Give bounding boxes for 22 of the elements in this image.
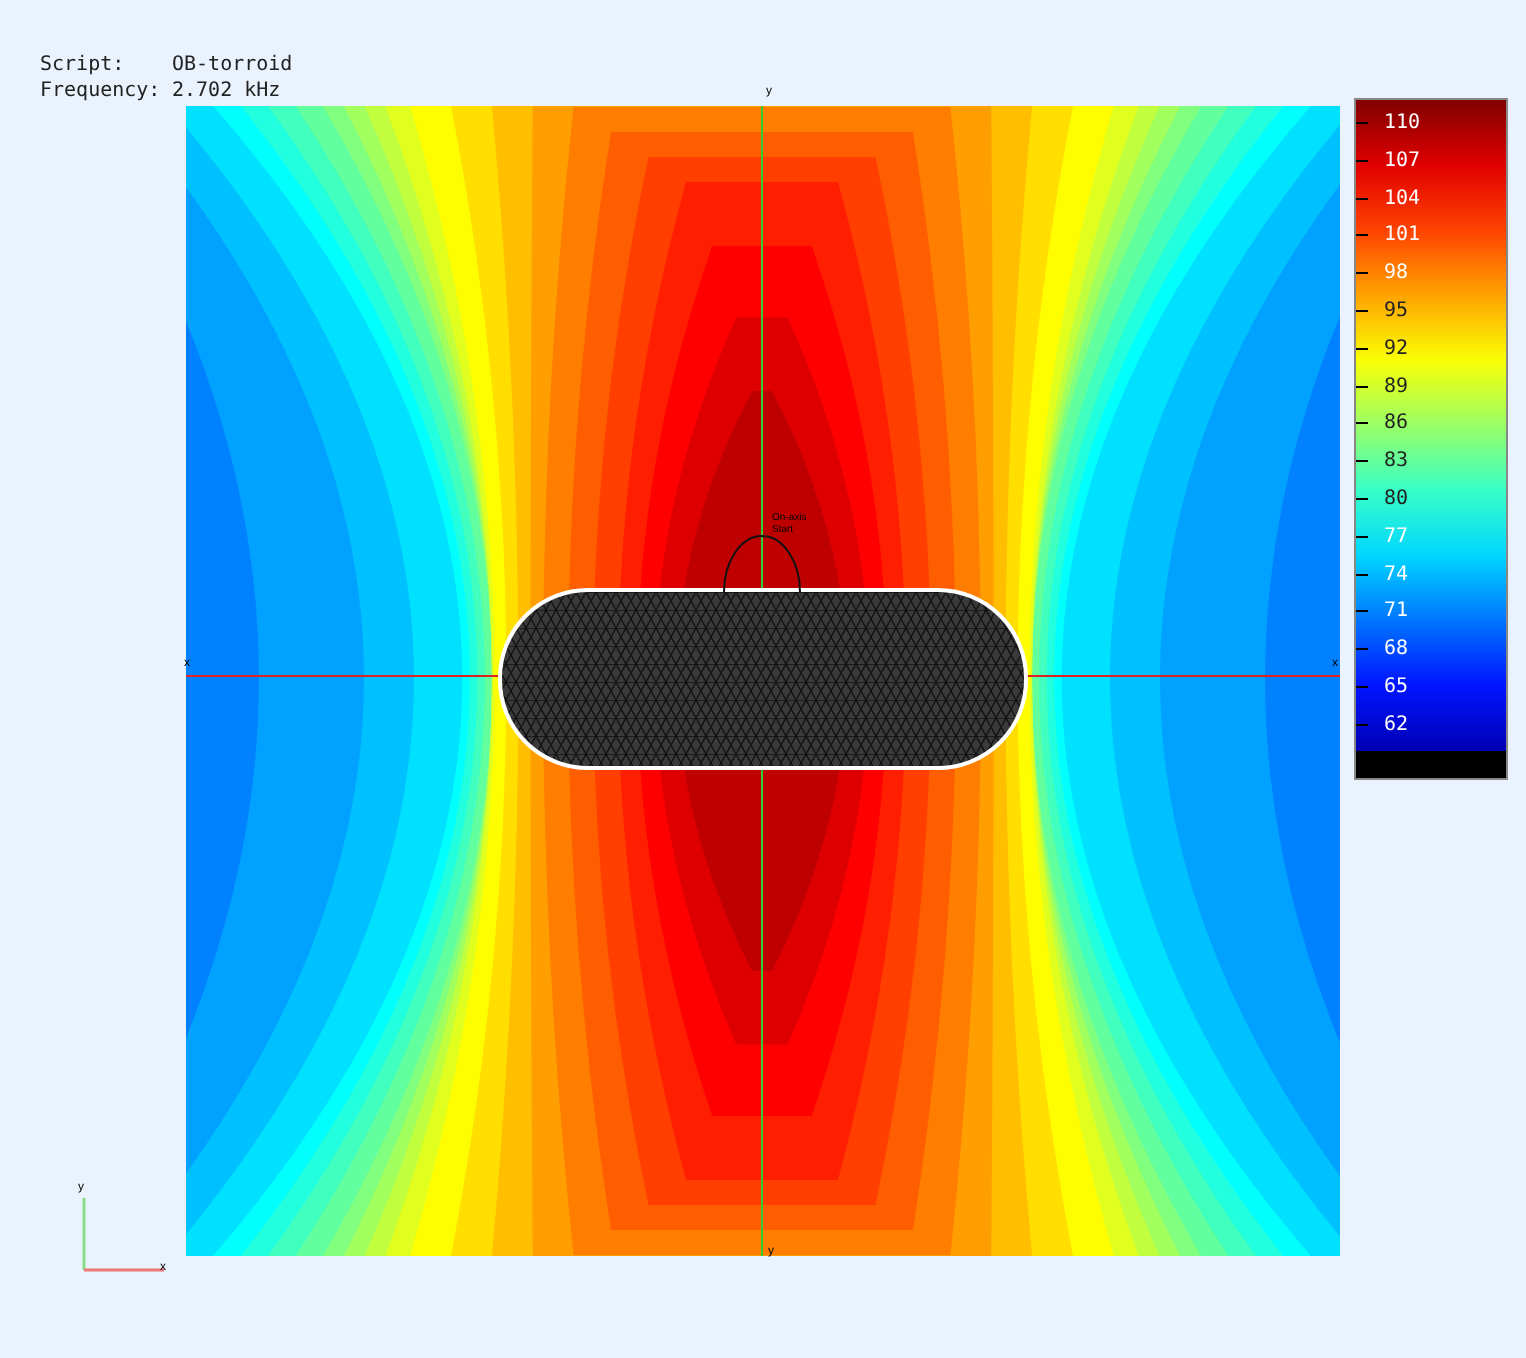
scale-tick-label: 110 [1384,110,1421,138]
scale-tick-label: 104 [1384,185,1421,214]
info-value: OB-torroid [172,52,293,78]
scale-tick-label: 86 [1384,410,1409,439]
scale-tick-label: 95 [1384,298,1409,326]
scale-tick-label: 89 [1384,373,1409,402]
scale-tick-label: 98 [1384,260,1409,289]
scale-tick-label: 107 [1384,147,1421,176]
info-label: Script: [40,52,127,78]
scale-tick-label: 101 [1384,222,1421,251]
probe-arc [723,535,801,593]
info-label: Frequency: [40,78,163,104]
scale-tick-label: 68 [1384,636,1409,665]
scale-tick-label: 74 [1384,561,1409,590]
scale-tick-label: 65 [1384,674,1409,702]
scale-tick-label: 62 [1384,711,1409,740]
scale-tick-label: 77 [1384,523,1409,552]
scale-tick-label: 83 [1384,448,1409,477]
scale-tick-label: 92 [1384,335,1409,364]
info-value: 2.702 kHz [172,78,281,104]
scale-tick-label: 71 [1384,598,1409,627]
scale-tick-label: 80 [1384,486,1409,514]
